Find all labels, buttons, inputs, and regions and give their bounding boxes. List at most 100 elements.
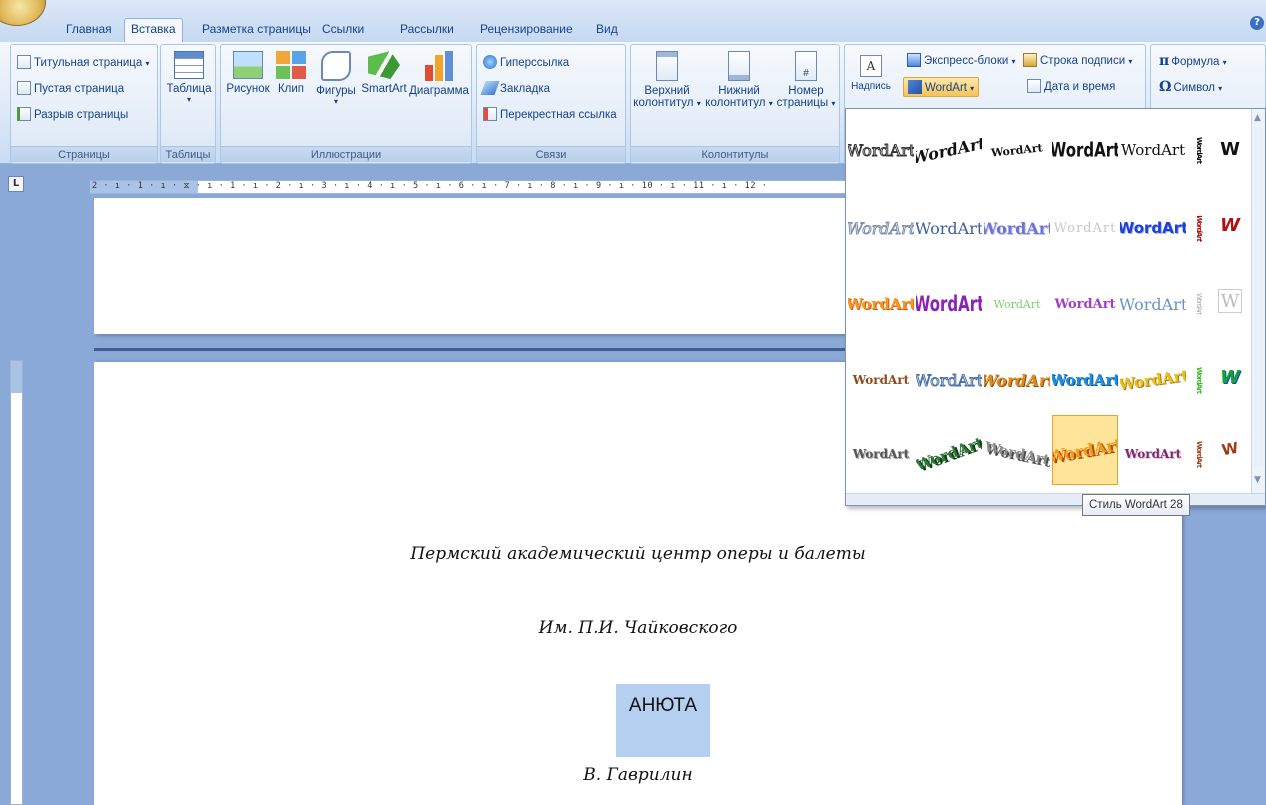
wordart-style-11[interactable]: WordArt xyxy=(1120,193,1186,263)
gallery-scrollbar[interactable]: ▲ ▼ xyxy=(1251,109,1265,493)
wordart-icon xyxy=(908,80,922,94)
hyperlink-button[interactable]: Гиперссылка xyxy=(483,53,569,73)
chart-button[interactable]: Диаграмма xyxy=(409,51,469,97)
blank-page-button[interactable]: Пустая страница xyxy=(17,79,124,99)
wordart-style-17[interactable]: WordArt xyxy=(1120,269,1186,339)
gallery-resize-bar[interactable] xyxy=(846,493,1265,505)
group-tables-label: Таблицы xyxy=(161,146,215,162)
tab-home[interactable]: Главная xyxy=(60,19,118,41)
doc-line-author[interactable]: В. Гаврилин xyxy=(94,765,1182,785)
group-tables: Таблица ▾ Таблицы xyxy=(160,44,216,164)
wordart-style-28[interactable]: WordArt xyxy=(1052,415,1118,485)
wordart-style-22[interactable]: WordArt xyxy=(1052,345,1118,415)
shapes-button[interactable]: Фигуры ▾ xyxy=(313,51,359,106)
cross-reference-icon xyxy=(483,107,497,121)
wordart-style-5[interactable]: WordArt xyxy=(1120,115,1186,185)
wordart-style-29[interactable]: WordArt xyxy=(1120,419,1186,489)
quick-parts-button[interactable]: Экспресс-блоки ▾ xyxy=(907,51,1016,71)
header-button[interactable]: Верхний колонтитул ▾ xyxy=(633,51,701,109)
wordart-w-4[interactable]: W xyxy=(1218,365,1242,389)
page-break-button[interactable]: Разрыв страницы xyxy=(17,105,128,125)
wordart-style-6[interactable]: WordArt xyxy=(1186,115,1212,185)
wordart-w-2[interactable]: W xyxy=(1218,213,1242,237)
group-header-footer: Верхний колонтитул ▾ Нижний колонтитул ▾… xyxy=(630,44,840,164)
wordart-style-10[interactable]: WordArt xyxy=(1052,193,1118,263)
doc-line-theatre[interactable]: Пермский академический центр оперы и бал… xyxy=(94,544,1182,564)
wordart-style-20[interactable]: WordArt xyxy=(916,345,982,415)
wordart-style-27[interactable]: WordArt xyxy=(984,419,1050,489)
omega-icon: Ω xyxy=(1159,79,1172,95)
document-page-1[interactable] xyxy=(94,198,854,334)
quick-parts-icon xyxy=(907,53,921,67)
signature-line-button[interactable]: Строка подписи ▾ xyxy=(1023,51,1132,71)
wordart-style-9[interactable]: WordArt xyxy=(984,193,1050,263)
group-pages: Титульная страница ▾ Пустая страница Раз… xyxy=(10,44,158,164)
hyperlink-icon xyxy=(483,55,497,69)
date-time-button[interactable]: Дата и время xyxy=(1027,77,1115,97)
wordart-style-12[interactable]: WordArt xyxy=(1186,193,1212,263)
footer-button[interactable]: Нижний колонтитул ▾ xyxy=(705,51,773,109)
wordart-style-13[interactable]: WordArt xyxy=(848,269,914,339)
tab-review[interactable]: Рецензирование xyxy=(474,19,579,41)
wordart-style-26[interactable]: WordArt xyxy=(916,419,982,489)
vertical-ruler[interactable] xyxy=(10,360,23,805)
cover-page-button[interactable]: Титульная страница ▾ xyxy=(17,53,150,73)
smartart-button[interactable]: SmartArt xyxy=(359,51,409,95)
textbox-icon: A xyxy=(860,55,882,77)
wordart-style-1[interactable]: WordArt xyxy=(848,115,914,185)
symbol-button[interactable]: Ω Символ ▾ xyxy=(1159,77,1222,97)
group-links: Гиперссылка Закладка Перекрестная ссылка… xyxy=(476,44,626,164)
group-links-label: Связи xyxy=(477,146,625,162)
wordart-w-3[interactable]: W xyxy=(1218,289,1242,313)
wordart-style-21[interactable]: WordArt xyxy=(984,345,1050,415)
doc-line-name[interactable]: Им. П.И. Чайковского xyxy=(94,618,1182,638)
clipart-button[interactable]: Клип xyxy=(273,51,309,95)
wordart-style-14[interactable]: WordArt xyxy=(916,269,982,339)
textbox-button[interactable]: A Надпись xyxy=(851,55,891,92)
wordart-button[interactable]: WordArt ▾ xyxy=(903,77,980,97)
page-break-icon xyxy=(17,107,31,121)
scroll-down-icon[interactable]: ▼ xyxy=(1254,475,1261,485)
scroll-up-icon[interactable]: ▲ xyxy=(1254,113,1261,123)
tab-page-layout[interactable]: Разметка страницы xyxy=(196,19,317,41)
wordart-style-2[interactable]: WordArt xyxy=(916,115,982,185)
table-button[interactable]: Таблица ▾ xyxy=(165,51,213,104)
wordart-style-15[interactable]: WordArt xyxy=(984,269,1050,339)
wordart-w-1[interactable]: W xyxy=(1218,137,1242,161)
wordart-style-30[interactable]: WordArt xyxy=(1186,419,1212,489)
wordart-style-24[interactable]: WordArt xyxy=(1186,345,1212,415)
picture-button[interactable]: Рисунок xyxy=(225,51,271,95)
tab-selector[interactable]: L xyxy=(8,176,24,192)
cover-page-icon xyxy=(17,55,31,69)
selected-text[interactable]: АНЮТА xyxy=(616,684,710,757)
wordart-style-16[interactable]: WordArt xyxy=(1052,269,1118,339)
cross-reference-button[interactable]: Перекрестная ссылка xyxy=(483,105,617,125)
wordart-style-23[interactable]: WordArt xyxy=(1120,345,1186,415)
help-icon[interactable]: ? xyxy=(1250,16,1264,30)
wordart-style-8[interactable]: WordArt xyxy=(916,193,982,263)
smartart-icon xyxy=(368,51,400,79)
tab-insert[interactable]: Вставка xyxy=(124,18,183,43)
picture-icon xyxy=(233,51,263,79)
wordart-style-3[interactable]: WordArt xyxy=(984,115,1050,185)
group-header-footer-label: Колонтитулы xyxy=(631,146,839,162)
equation-button[interactable]: π Формула ▾ xyxy=(1159,51,1227,71)
wordart-grid: WordArt WordArt WordArt WordArt WordArt … xyxy=(848,111,1252,491)
scroll-track[interactable] xyxy=(1254,127,1263,467)
office-button[interactable] xyxy=(0,0,46,26)
tab-mailings[interactable]: Рассылки xyxy=(394,19,460,41)
wordart-style-18[interactable]: WordArt xyxy=(1186,269,1212,339)
wordart-style-7[interactable]: WordArt xyxy=(848,193,914,263)
pi-icon: π xyxy=(1159,53,1170,69)
wordart-style-tooltip: Стиль WordArt 28 xyxy=(1082,494,1190,516)
tab-references[interactable]: Ссылки xyxy=(316,19,370,41)
wordart-w-5[interactable]: W xyxy=(1216,435,1244,463)
wordart-style-19[interactable]: WordArt xyxy=(848,345,914,415)
clipart-icon xyxy=(276,51,306,79)
tab-view[interactable]: Вид xyxy=(590,19,624,41)
bookmark-button[interactable]: Закладка xyxy=(480,79,550,99)
wordart-style-25[interactable]: WordArt xyxy=(848,419,914,489)
page-number-button[interactable]: # Номер страницы ▾ xyxy=(775,51,837,109)
bookmark-icon xyxy=(480,81,500,95)
wordart-style-4[interactable]: WordArt xyxy=(1052,115,1118,185)
